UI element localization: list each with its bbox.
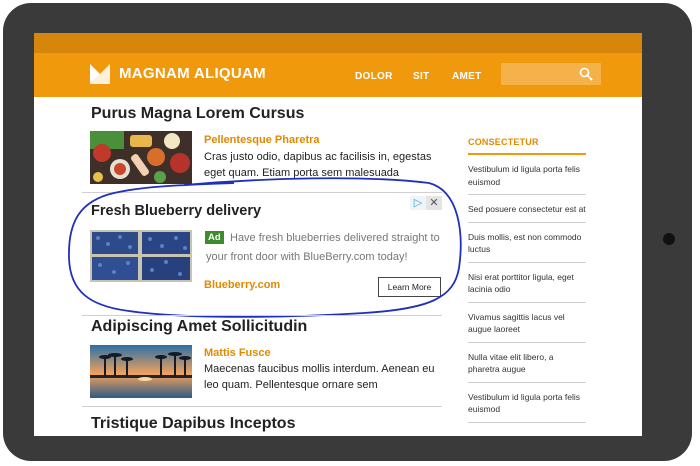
top-bar — [34, 33, 642, 53]
adchoices-icon[interactable]: ▷ — [410, 196, 426, 210]
sidebar-link[interactable]: Vestibulum id ligula porta felis euismod — [468, 155, 586, 195]
search-icon[interactable] — [579, 67, 593, 81]
close-icon[interactable]: ✕ — [426, 196, 442, 210]
article-excerpt: Cras justo odio, dapibus ac facilisis in… — [204, 151, 432, 179]
section-heading[interactable]: Adipiscing Amet Sollicitudin — [91, 318, 307, 336]
section-heading[interactable]: Tristique Dapibus Inceptos — [91, 415, 295, 433]
divider — [82, 406, 442, 407]
divider — [82, 192, 442, 193]
nav-bar: MAGNAM ALIQUAM DOLOR SIT AMET — [34, 53, 642, 97]
camera-dot — [663, 233, 675, 245]
article-thumbnail-sunset[interactable] — [90, 345, 192, 398]
divider — [82, 315, 442, 316]
sidebar: CONSECTETUR Vestibulum id ligula porta f… — [468, 137, 586, 423]
ad-badge: Ad — [205, 231, 224, 244]
article-title[interactable]: Pellentesque Pharetra — [204, 134, 320, 146]
logo-icon[interactable] — [90, 64, 110, 84]
sidebar-link[interactable]: Duis mollis, est non commodo luctus — [468, 223, 586, 263]
sidebar-link[interactable]: Nisi erat porttitor ligula, eget lacinia… — [468, 263, 586, 303]
sidebar-link[interactable]: Vivamus sagittis lacus vel augue laoreet — [468, 303, 586, 343]
ad-image-blueberries[interactable] — [90, 230, 192, 282]
ad-domain-link[interactable]: Blueberry.com — [204, 279, 280, 291]
article-title[interactable]: Mattis Fusce — [204, 347, 271, 359]
nav-link-dolor[interactable]: DOLOR — [355, 71, 393, 82]
search-input[interactable] — [501, 63, 601, 85]
logo-text[interactable]: MAGNAM ALIQUAM — [119, 65, 266, 82]
article-excerpt: Maecenas faucibus mollis interdum. Aenea… — [204, 363, 435, 391]
ad-description[interactable]: Have fresh blueberries delivered straigh… — [206, 229, 446, 267]
section-heading[interactable]: Purus Magna Lorem Cursus — [91, 105, 304, 123]
sidebar-link[interactable]: Vestibulum id ligula porta felis euismod — [468, 383, 586, 423]
sidebar-link[interactable]: Nulla vitae elit libero, a pharetra augu… — [468, 343, 586, 383]
nav-link-sit[interactable]: SIT — [413, 71, 429, 82]
sidebar-link[interactable]: Sed posuere consectetur est at — [468, 195, 586, 223]
screen: MAGNAM ALIQUAM DOLOR SIT AMET Purus Magn… — [34, 33, 642, 436]
sidebar-heading: CONSECTETUR — [468, 137, 586, 155]
ad-controls: ▷ ✕ — [410, 196, 442, 210]
article-thumbnail-food[interactable] — [90, 131, 192, 184]
learn-more-button[interactable]: Learn More — [378, 277, 441, 297]
ad-title[interactable]: Fresh Blueberry delivery — [91, 203, 261, 219]
nav-link-amet[interactable]: AMET — [452, 71, 482, 82]
